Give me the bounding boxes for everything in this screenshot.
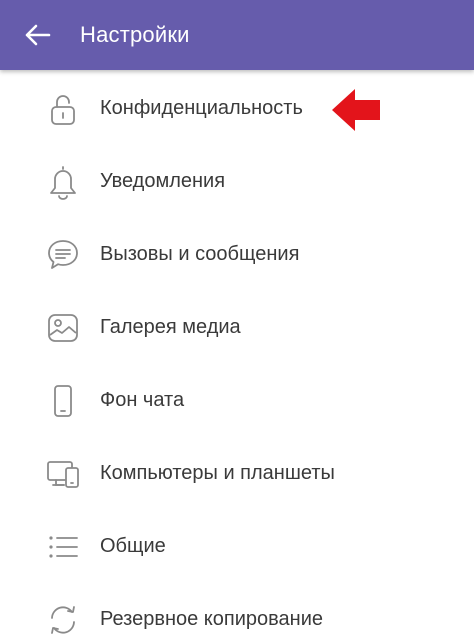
menu-item-label: Конфиденциальность <box>100 97 303 119</box>
menu-item-label: Компьютеры и планшеты <box>100 462 335 484</box>
menu-item-backup[interactable]: Резервное копирование <box>0 583 474 640</box>
menu-item-media-gallery[interactable]: Галерея медиа <box>0 291 474 364</box>
arrow-left-icon <box>25 24 51 46</box>
menu-item-notifications[interactable]: Уведомления <box>0 145 474 218</box>
menu-item-label: Уведомления <box>100 170 226 192</box>
menu-item-general[interactable]: Общие <box>0 510 474 583</box>
menu-item-label: Галерея медиа <box>100 316 241 338</box>
devices-icon <box>44 455 82 493</box>
menu-item-label: Резервное копирование <box>100 608 324 630</box>
list-icon <box>44 528 82 566</box>
image-icon <box>44 309 82 347</box>
menu-item-computers-tablets[interactable]: Компьютеры и планшеты <box>0 437 474 510</box>
message-icon <box>44 236 82 274</box>
menu-item-calls-messages[interactable]: Вызовы и сообщения <box>0 218 474 291</box>
menu-item-chat-background[interactable]: Фон чата <box>0 364 474 437</box>
menu-item-label: Вызовы и сообщения <box>100 243 300 265</box>
settings-menu: Конфиденциальность Уведомления Вызовы и … <box>0 70 474 640</box>
menu-item-privacy[interactable]: Конфиденциальность <box>0 72 474 145</box>
lock-icon <box>44 90 82 128</box>
phone-icon <box>44 382 82 420</box>
menu-item-label: Общие <box>100 535 166 557</box>
bell-icon <box>44 163 82 201</box>
red-arrow-icon <box>332 89 380 131</box>
back-button[interactable] <box>18 15 58 55</box>
menu-item-label: Фон чата <box>100 389 185 411</box>
app-bar: Настройки <box>0 0 474 70</box>
sync-icon <box>44 601 82 639</box>
page-title: Настройки <box>80 22 190 47</box>
